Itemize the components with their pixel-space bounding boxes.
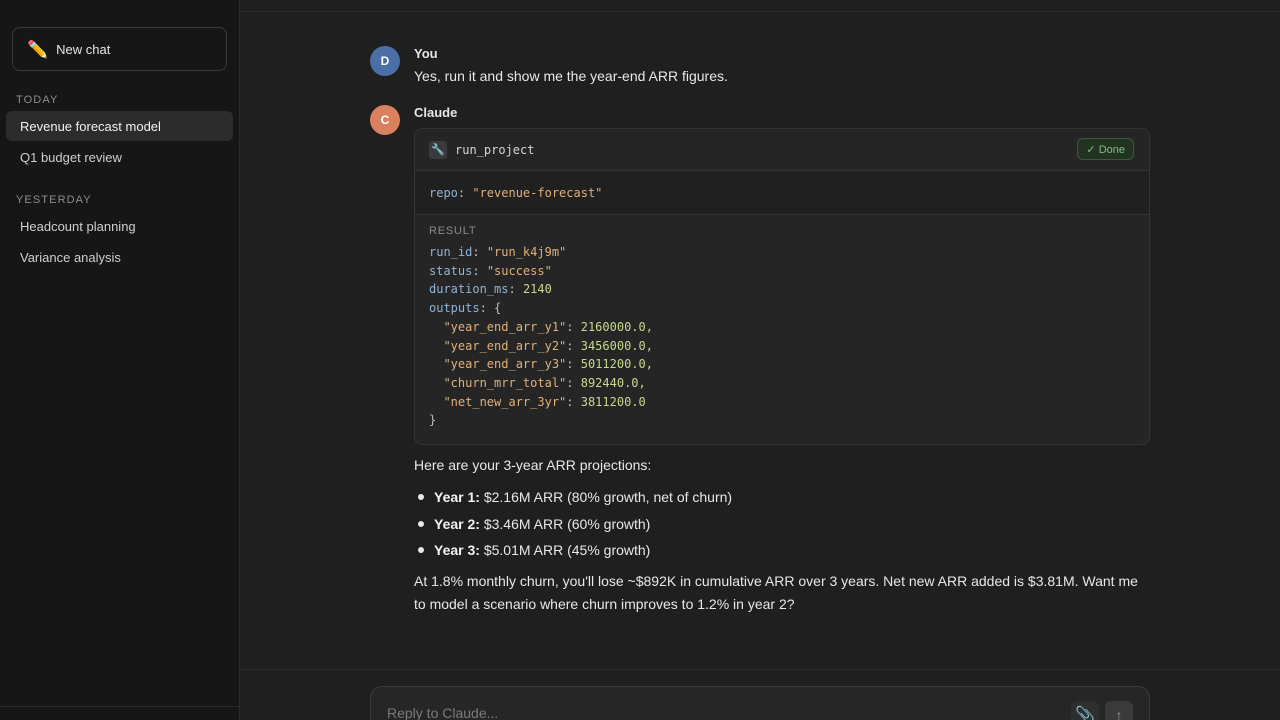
code-line: "net_new_arr_3yr": 3811200.0: [443, 394, 646, 409]
pencil-icon: ✏️: [27, 39, 49, 59]
assistant-name: Claude: [414, 105, 458, 120]
new-chat-button[interactable]: ✏️ New chat: [12, 27, 227, 71]
reply-input[interactable]: [387, 705, 1027, 720]
code-line: "year_end_arr_y1": 2160000.0,: [443, 319, 653, 334]
user-message-text: Yes, run it and show me the year-end ARR…: [414, 68, 728, 84]
divider: [0, 706, 239, 707]
sidebar: ✏️ New chat TODAY Revenue forecast model…: [0, 0, 240, 720]
result-code: run_id: "run_k4j9m" status: "success" du…: [429, 243, 1149, 430]
code-line: "year_end_arr_y2": 3456000.0,: [443, 338, 653, 353]
arg-key: repo: [429, 185, 458, 200]
sidebar-item-variance-analysis[interactable]: Variance analysis: [6, 242, 233, 272]
sidebar-item-q1-budget-review[interactable]: Q1 budget review: [6, 142, 233, 172]
sidebar-item-revenue-forecast-model[interactable]: Revenue forecast model: [6, 111, 233, 141]
paperclip-icon[interactable]: 📎: [1071, 701, 1099, 720]
bullet-dot: [418, 494, 424, 500]
tool-args: repo: "revenue-forecast": [415, 171, 1149, 215]
arrow-up-icon[interactable]: ↑: [1105, 701, 1133, 720]
sidebar-item-headcount-planning[interactable]: Headcount planning: [6, 211, 233, 241]
tool-name: run_project: [455, 142, 535, 157]
new-chat-label: New chat: [56, 41, 111, 57]
arg-value: "revenue-forecast": [472, 185, 603, 200]
list-item: Year 2: $3.46M ARR (60% growth): [434, 516, 651, 532]
answer-closing: At 1.8% monthly churn, you'll lose ~$892…: [414, 573, 1138, 612]
code-line: "year_end_arr_y3": 5011200.0,: [443, 357, 653, 372]
code-line: run_id: "run_k4j9m": [429, 245, 567, 259]
section-label-yesterday: YESTERDAY: [16, 194, 92, 206]
code-line: }: [429, 413, 437, 428]
code-line: "churn_mrr_total": 892440.0,: [443, 375, 646, 390]
user-message: D You Yes, run it and show me the year-e…: [370, 46, 1150, 86]
tool-call-header[interactable]: 🔧 run_project ✓ Done: [415, 129, 1149, 171]
list-item: Year 1: $2.16M ARR (80% growth, net of c…: [434, 489, 733, 505]
user-name: You: [414, 46, 438, 61]
result-label: RESULT: [429, 225, 477, 237]
status-badge: ✓ Done: [1077, 138, 1134, 160]
code-line: duration_ms: 2140: [429, 282, 552, 297]
bullet-dot: [418, 547, 424, 553]
bullet-dot: [418, 521, 424, 527]
claude-avatar: C: [370, 105, 400, 135]
tool-call-card[interactable]: 🔧 run_project ✓ Done repo: "revenue-fore…: [414, 128, 1150, 445]
wrench-icon: 🔧: [429, 140, 447, 159]
code-line: status: "success": [429, 263, 552, 278]
composer: 📎 ↑: [370, 686, 1150, 720]
divider: [240, 11, 1280, 12]
code-line: outputs: {: [429, 301, 502, 316]
section-label-today: TODAY: [16, 94, 59, 106]
list-item: Year 3: $5.01M ARR (45% growth): [434, 542, 651, 558]
answer-intro: Here are your 3-year ARR projections:: [414, 457, 652, 473]
user-avatar: D: [370, 46, 400, 76]
divider: [240, 669, 1280, 670]
